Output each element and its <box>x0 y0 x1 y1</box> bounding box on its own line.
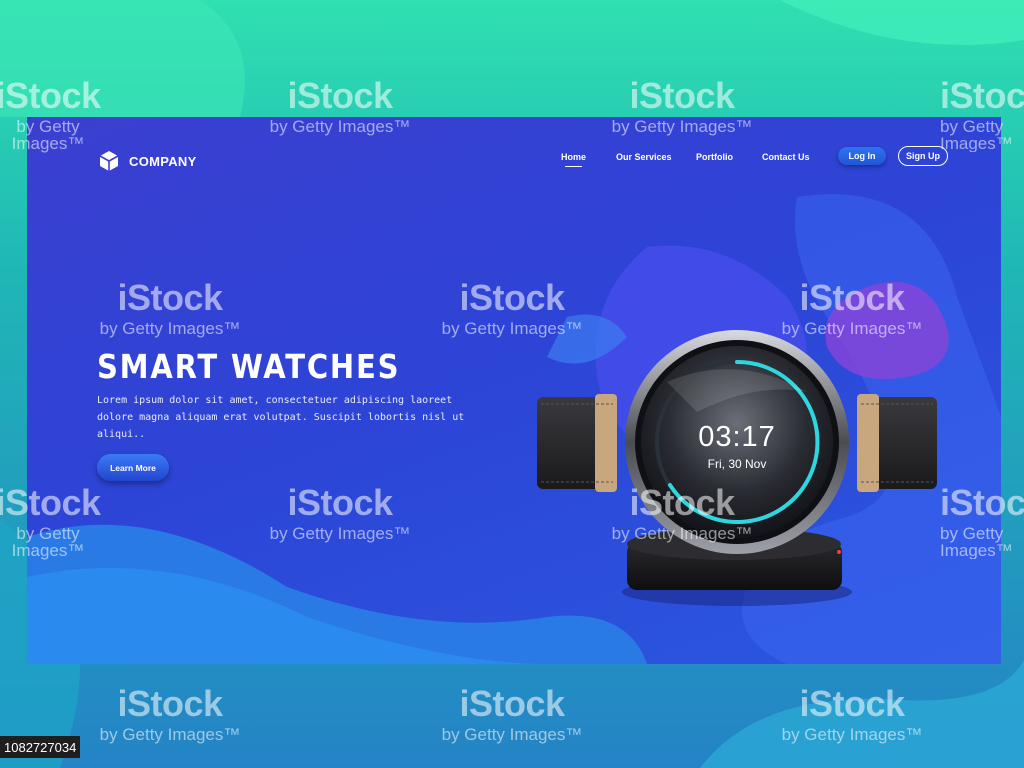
smart-watch-image: 03:17 Fri, 30 Nov <box>537 330 937 606</box>
nav-item-portfolio[interactable]: Portfolio <box>696 152 733 162</box>
learn-more-button[interactable]: Learn More <box>97 454 169 481</box>
hero-title: SMART WATCHES <box>97 347 401 386</box>
landing-page-frame: COMPANY Home Our Services Portfolio Cont… <box>27 117 1001 664</box>
nav-item-our-services[interactable]: Our Services <box>616 152 672 162</box>
signup-button[interactable]: Sign Up <box>898 146 948 166</box>
hero-description: Lorem ipsum dolor sit amet, consectetuer… <box>97 395 465 440</box>
nav-item-contact-us[interactable]: Contact Us <box>762 152 810 162</box>
stock-image-id: 1082727034 <box>0 736 81 758</box>
watch-date: Fri, 30 Nov <box>708 457 767 471</box>
login-button[interactable]: Log In <box>838 147 886 165</box>
watch-time: 03:17 <box>698 421 776 453</box>
nav-item-home[interactable]: Home <box>561 152 586 167</box>
